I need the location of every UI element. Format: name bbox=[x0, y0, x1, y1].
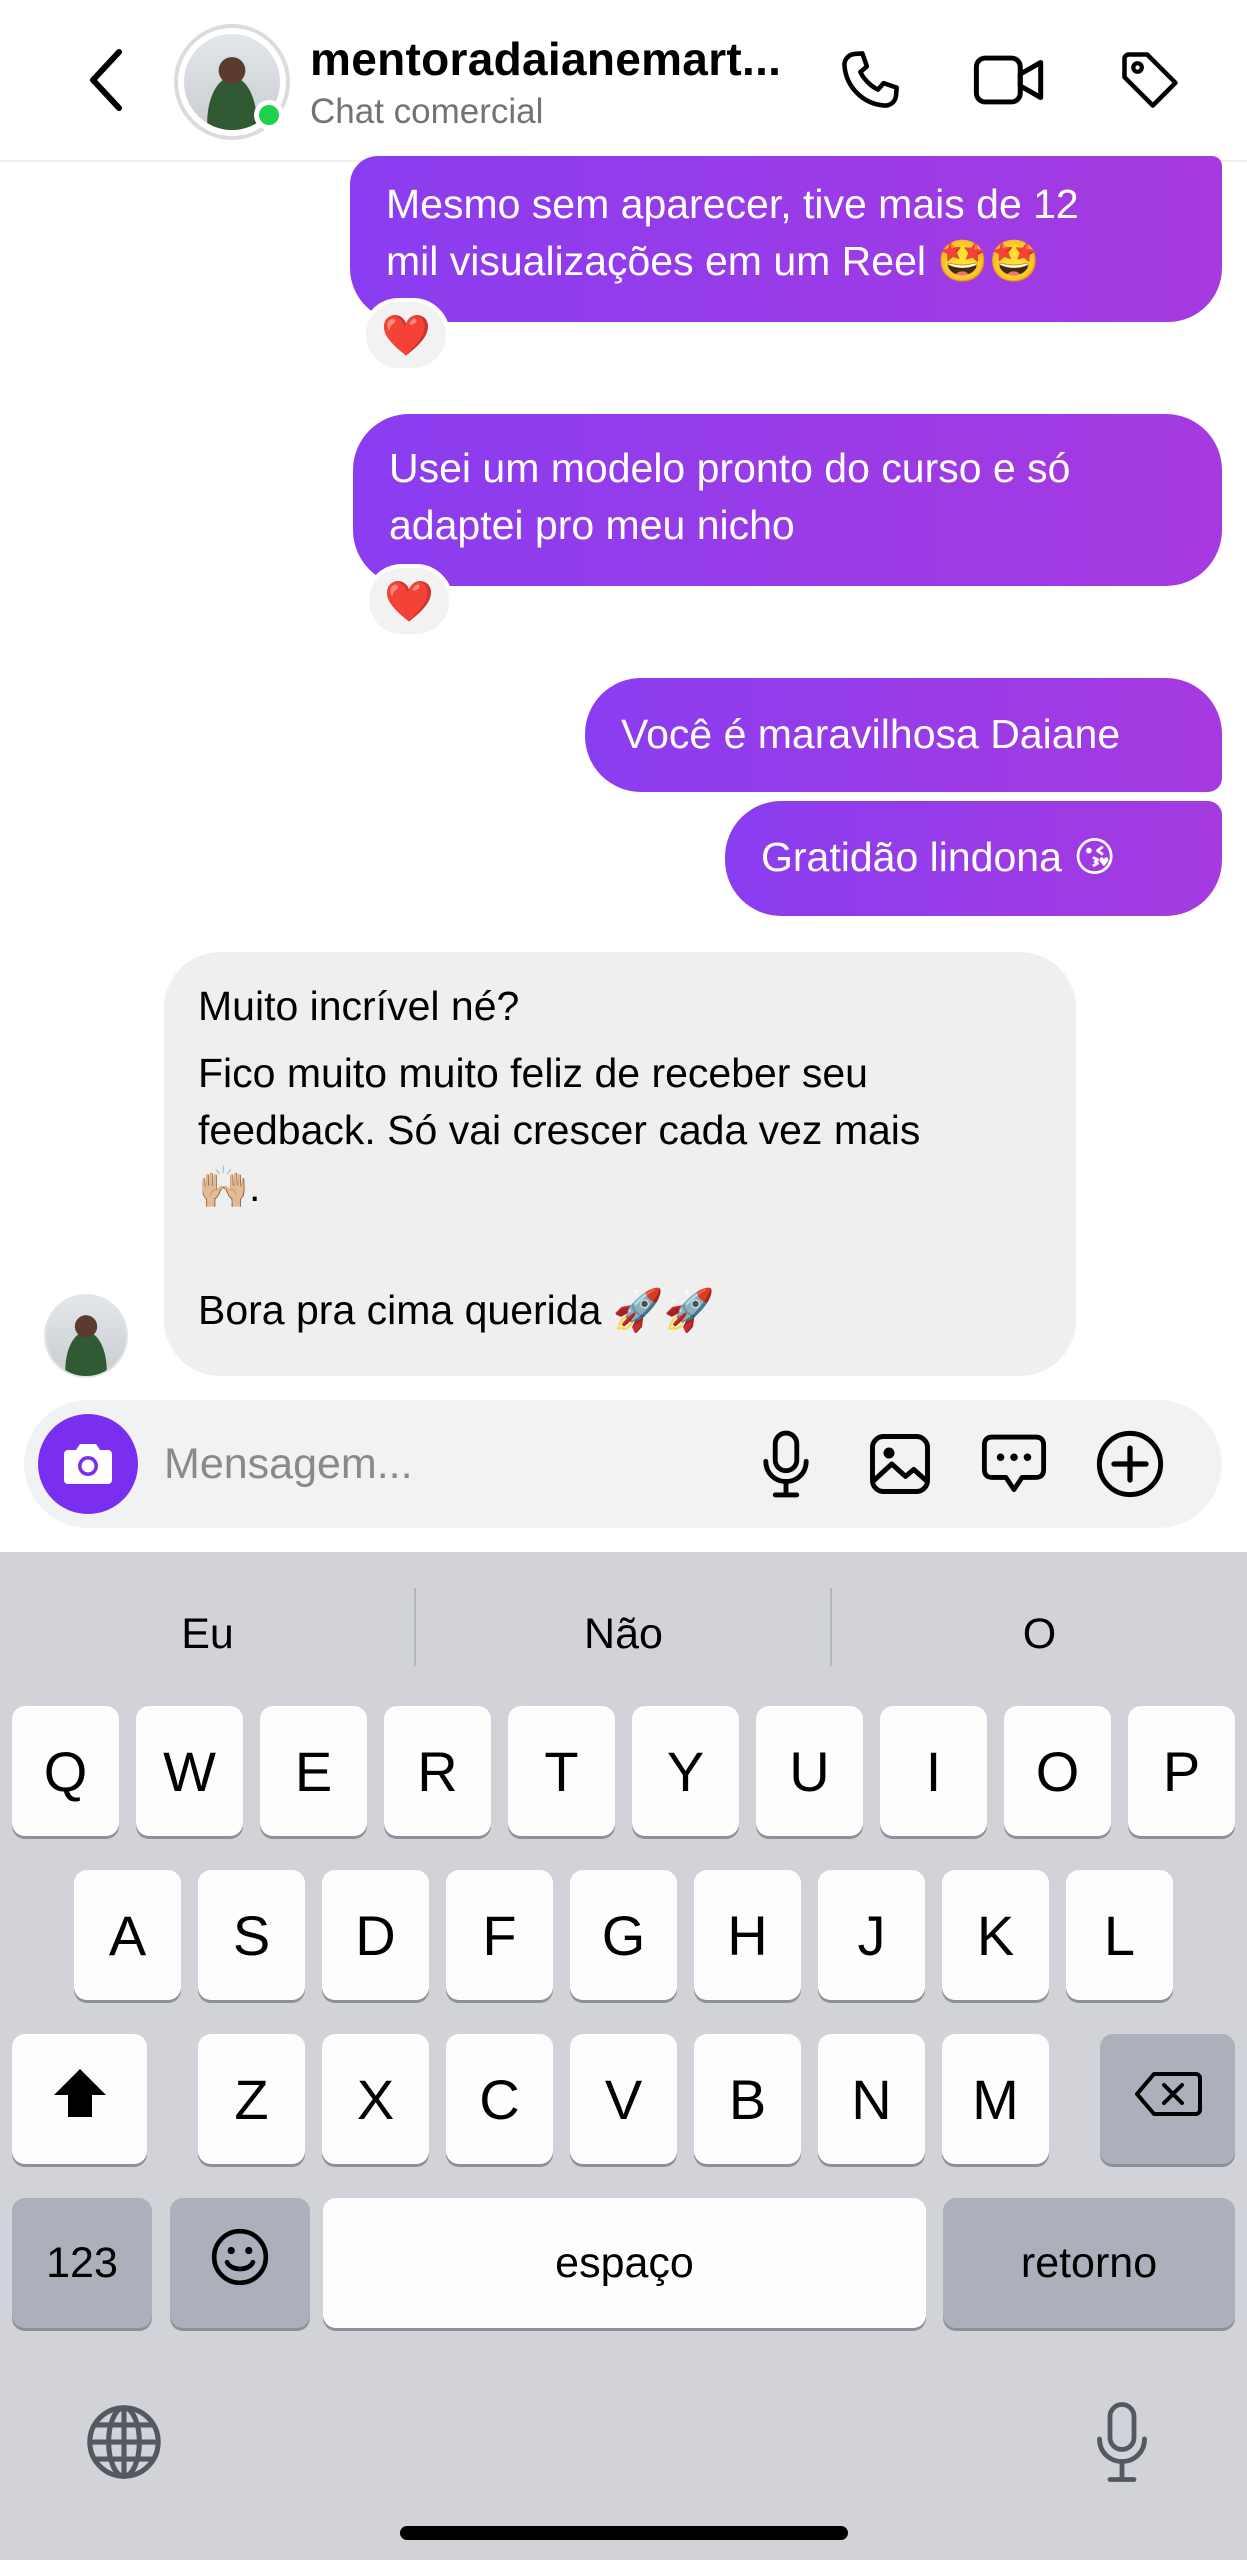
numbers-key[interactable]: 123 bbox=[12, 2198, 152, 2328]
key-t[interactable]: T bbox=[508, 1706, 615, 1836]
contact-name[interactable]: mentoradaianemart... bbox=[310, 32, 805, 86]
suggestion-3[interactable]: O bbox=[832, 1594, 1247, 1674]
message-line bbox=[198, 1216, 1042, 1282]
key-i[interactable]: I bbox=[880, 1706, 987, 1836]
key-s[interactable]: S bbox=[198, 1870, 305, 2000]
key-x[interactable]: X bbox=[322, 2034, 429, 2164]
emoji-icon bbox=[209, 2226, 271, 2301]
key-u[interactable]: U bbox=[756, 1706, 863, 1836]
message-line: Gratidão lindona 😘 bbox=[761, 834, 1117, 880]
home-indicator[interactable] bbox=[400, 2526, 848, 2540]
key-j[interactable]: J bbox=[818, 1870, 925, 2000]
key-o[interactable]: O bbox=[1004, 1706, 1111, 1836]
key-q[interactable]: Q bbox=[12, 1706, 119, 1836]
backspace-icon bbox=[1134, 2067, 1202, 2132]
key-l[interactable]: L bbox=[1066, 1870, 1173, 2000]
ios-keyboard: Eu Não O Q W E R T Y U I O P A S D F G H… bbox=[0, 1552, 1247, 2560]
image-icon[interactable] bbox=[860, 1424, 940, 1504]
key-b[interactable]: B bbox=[694, 2034, 801, 2164]
incoming-message[interactable]: Muito incrível né? Fico muito muito feli… bbox=[164, 952, 1076, 1376]
back-arrow-icon[interactable] bbox=[70, 40, 140, 120]
message-input[interactable] bbox=[164, 1430, 724, 1498]
message-line: Muito incrível né? bbox=[198, 983, 520, 1029]
backspace-key[interactable] bbox=[1100, 2034, 1235, 2164]
chat-header: mentoradaianemart... Chat comercial bbox=[0, 0, 1247, 162]
camera-icon[interactable] bbox=[38, 1414, 138, 1514]
key-a[interactable]: A bbox=[74, 1870, 181, 2000]
key-h[interactable]: H bbox=[694, 1870, 801, 2000]
message-line: feedback. Só vai crescer cada vez mais bbox=[198, 1107, 921, 1153]
heart-reaction[interactable]: ❤️ bbox=[365, 564, 453, 638]
video-camera-icon[interactable] bbox=[970, 40, 1050, 120]
shift-icon bbox=[50, 2065, 110, 2134]
plus-circle-icon[interactable] bbox=[1090, 1424, 1170, 1504]
key-c[interactable]: C bbox=[446, 2034, 553, 2164]
suggestion-2[interactable]: Não bbox=[416, 1594, 831, 1674]
key-z[interactable]: Z bbox=[198, 2034, 305, 2164]
key-k[interactable]: K bbox=[942, 1870, 1049, 2000]
dictation-microphone-icon[interactable] bbox=[1072, 2392, 1172, 2492]
message-line: Bora pra cima querida 🚀🚀 bbox=[198, 1287, 715, 1333]
message-line: Mesmo sem aparecer, tive mais de 12 bbox=[386, 181, 1079, 227]
key-e[interactable]: E bbox=[260, 1706, 367, 1836]
microphone-icon[interactable] bbox=[746, 1424, 826, 1504]
message-line: Usei um modelo pronto do curso e só bbox=[389, 445, 1071, 491]
outgoing-message[interactable]: Usei um modelo pronto do curso e só adap… bbox=[353, 414, 1222, 586]
space-key[interactable]: espaço bbox=[323, 2198, 926, 2328]
key-f[interactable]: F bbox=[446, 1870, 553, 2000]
globe-icon[interactable] bbox=[74, 2392, 174, 2492]
tag-icon[interactable] bbox=[1110, 40, 1190, 120]
online-status-dot bbox=[254, 100, 284, 130]
message-composer bbox=[24, 1400, 1222, 1528]
key-y[interactable]: Y bbox=[632, 1706, 739, 1836]
chat-bubble-icon[interactable] bbox=[974, 1424, 1054, 1504]
contact-avatar[interactable] bbox=[174, 24, 290, 140]
key-m[interactable]: M bbox=[942, 2034, 1049, 2164]
key-r[interactable]: R bbox=[384, 1706, 491, 1836]
key-d[interactable]: D bbox=[322, 1870, 429, 2000]
message-line: mil visualizações em um Reel 🤩🤩 bbox=[386, 238, 1040, 284]
message-line: 🙌🏼. bbox=[198, 1164, 261, 1210]
outgoing-message[interactable]: Gratidão lindona 😘 bbox=[725, 801, 1222, 916]
emoji-key[interactable] bbox=[170, 2198, 310, 2328]
suggestion-1[interactable]: Eu bbox=[0, 1594, 415, 1674]
key-v[interactable]: V bbox=[570, 2034, 677, 2164]
message-line: Fico muito muito feliz de receber seu bbox=[198, 1050, 868, 1096]
key-p[interactable]: P bbox=[1128, 1706, 1235, 1836]
outgoing-message[interactable]: Você é maravilhosa Daiane bbox=[585, 678, 1222, 792]
heart-reaction[interactable]: ❤️ bbox=[362, 298, 450, 372]
key-g[interactable]: G bbox=[570, 1870, 677, 2000]
shift-key[interactable] bbox=[12, 2034, 147, 2164]
message-line: Você é maravilhosa Daiane bbox=[621, 711, 1121, 757]
message-line: adaptei pro meu nicho bbox=[389, 502, 795, 548]
sender-avatar[interactable] bbox=[44, 1294, 128, 1378]
phone-icon[interactable] bbox=[830, 40, 910, 120]
key-w[interactable]: W bbox=[136, 1706, 243, 1836]
key-n[interactable]: N bbox=[818, 2034, 925, 2164]
contact-subtitle: Chat comercial bbox=[310, 92, 544, 131]
return-key[interactable]: retorno bbox=[943, 2198, 1235, 2328]
outgoing-message[interactable]: Mesmo sem aparecer, tive mais de 12 mil … bbox=[350, 156, 1222, 322]
